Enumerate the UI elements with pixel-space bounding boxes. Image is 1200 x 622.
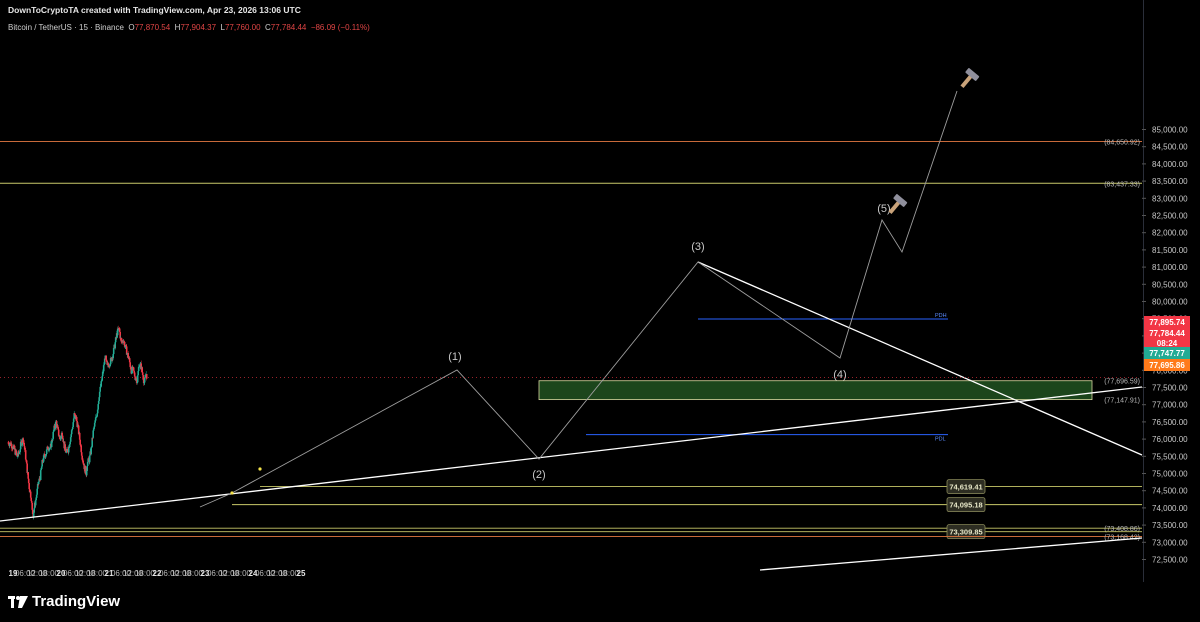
wave-label: (4) bbox=[833, 369, 846, 381]
wave-label: (2) bbox=[532, 469, 545, 481]
y-axis-label: 74,000.00 bbox=[1152, 504, 1188, 513]
candle-body bbox=[44, 455, 47, 458]
candle-body bbox=[31, 502, 33, 510]
pdl-label: PDL bbox=[935, 437, 946, 443]
x-axis-label: 25 bbox=[297, 569, 306, 578]
wave-label: (5) bbox=[877, 203, 890, 215]
y-axis-label: 83,000.00 bbox=[1152, 194, 1188, 203]
y-axis-label: 72,500.00 bbox=[1152, 556, 1188, 565]
level-label: (73,408.86) bbox=[1104, 526, 1140, 533]
marker-dot bbox=[258, 467, 262, 471]
candle-body bbox=[100, 381, 102, 387]
y-axis-label: 76,000.00 bbox=[1152, 435, 1188, 444]
candle-body bbox=[60, 435, 62, 439]
y-axis-label: 83,500.00 bbox=[1152, 177, 1188, 186]
candle-body bbox=[82, 463, 85, 465]
y-axis-label: 84,000.00 bbox=[1152, 160, 1188, 169]
candle-body bbox=[68, 444, 71, 448]
candle-body bbox=[143, 377, 146, 383]
candle-body bbox=[145, 374, 148, 379]
y-axis-label: 77,500.00 bbox=[1152, 384, 1188, 393]
y-axis-label: 73,500.00 bbox=[1152, 521, 1188, 530]
candle-body bbox=[72, 422, 74, 428]
y-axis-label: 77,000.00 bbox=[1152, 401, 1188, 410]
level-badge-label: 74,095.18 bbox=[949, 501, 982, 510]
y-axis-label: 81,000.00 bbox=[1152, 263, 1188, 272]
y-axis-label: 81,500.00 bbox=[1152, 246, 1188, 255]
candle-body bbox=[103, 364, 105, 366]
y-axis-label: 85,000.00 bbox=[1152, 126, 1188, 135]
candle-body bbox=[57, 427, 59, 430]
y-axis-label: 80,000.00 bbox=[1152, 298, 1188, 307]
y-axis-label: 75,500.00 bbox=[1152, 452, 1188, 461]
y-axis-label: 73,000.00 bbox=[1152, 538, 1188, 547]
y-axis-label: 84,500.00 bbox=[1152, 143, 1188, 152]
brand-name: TradingView bbox=[32, 593, 121, 610]
wave-label: (1) bbox=[448, 351, 461, 363]
candle-body bbox=[25, 460, 28, 464]
candle-body bbox=[97, 404, 99, 410]
level-label: (77,696.59) bbox=[1104, 379, 1140, 386]
level-label: (77,147.91) bbox=[1104, 398, 1140, 405]
marker-dot bbox=[230, 491, 234, 495]
y-axis-label: 82,500.00 bbox=[1152, 212, 1188, 221]
pdh-label: PDH bbox=[935, 313, 947, 319]
elliott-wave-path bbox=[199, 90, 958, 508]
candle-body bbox=[27, 472, 29, 479]
tradingview-logo-icon bbox=[8, 595, 28, 608]
y-axis-label: 76,500.00 bbox=[1152, 418, 1188, 427]
candle-body bbox=[99, 386, 101, 392]
candle-body bbox=[15, 450, 17, 454]
candle-body bbox=[39, 470, 42, 481]
price-tag-label: 77,747.77 bbox=[1149, 349, 1185, 358]
resistance-trendline bbox=[697, 261, 1143, 456]
candle-body bbox=[88, 455, 91, 463]
candle-body bbox=[93, 422, 96, 427]
candle-body bbox=[28, 483, 30, 490]
candle-body bbox=[22, 438, 24, 443]
hammer-icon bbox=[960, 68, 980, 89]
price-tag-label: 77,784.44 bbox=[1149, 329, 1185, 338]
level-label: (83,437.33) bbox=[1104, 181, 1140, 188]
price-tag-label: 77,695.86 bbox=[1149, 361, 1185, 370]
price-tag-label: 08:24 bbox=[1157, 339, 1178, 348]
candle-body bbox=[112, 354, 114, 359]
wave-label: (3) bbox=[691, 241, 704, 253]
y-axis-label: 82,000.00 bbox=[1152, 229, 1188, 238]
candle-body bbox=[40, 466, 43, 469]
candle-body bbox=[105, 355, 107, 360]
y-axis-label: 75,000.00 bbox=[1152, 470, 1188, 479]
candle-body bbox=[136, 375, 139, 383]
y-axis-label: 80,500.00 bbox=[1152, 280, 1188, 289]
level-label: (84,650.92) bbox=[1104, 140, 1140, 147]
lower-channel-line bbox=[759, 537, 1143, 571]
candle-body bbox=[85, 470, 88, 476]
price-chart[interactable]: 72,500.00 73,000.00 73,500.00 74,000.00 74,5… bbox=[0, 0, 1200, 582]
candle-body bbox=[114, 342, 116, 349]
candle-body bbox=[23, 442, 25, 447]
tradingview-logo[interactable]: TradingView bbox=[8, 593, 120, 610]
level-badge-label: 74,619.41 bbox=[949, 483, 982, 492]
price-tag-label: 77,895.74 bbox=[1149, 318, 1185, 327]
candle-body bbox=[67, 446, 70, 453]
footer-bar bbox=[0, 582, 1200, 622]
candle-body bbox=[40, 468, 42, 471]
y-axis-label: 74,500.00 bbox=[1152, 487, 1188, 496]
level-badge-label: 73,309.85 bbox=[949, 528, 982, 537]
